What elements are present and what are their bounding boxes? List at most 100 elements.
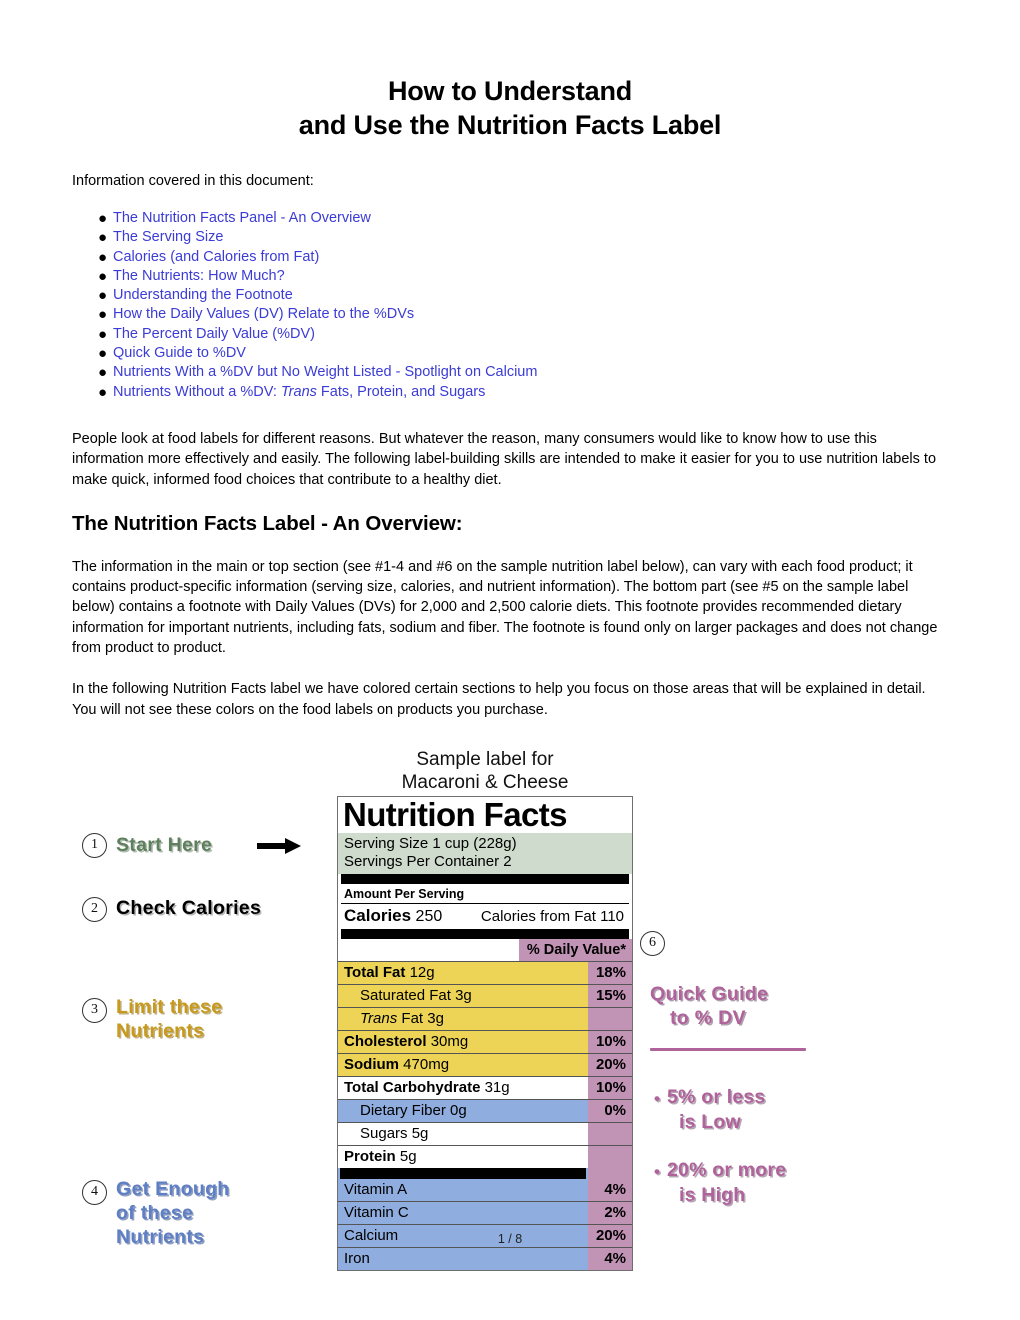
toc-link[interactable]: Understanding the Footnote xyxy=(113,287,293,303)
quick-guide-low-line-1: 5% or less xyxy=(667,1085,766,1108)
nutrient-name: Saturated Fat xyxy=(360,986,451,1004)
page-title-line-1: How to Understand xyxy=(387,76,633,106)
toc-link[interactable]: The Serving Size xyxy=(113,229,223,245)
nutrient-name: Dietary Fiber xyxy=(360,1101,446,1119)
calories-value: 250 xyxy=(415,907,443,925)
nutrient-name-cell: Dietary Fiber 0g xyxy=(338,1100,588,1122)
nutrient-dv xyxy=(588,1007,632,1030)
page-footer: 1 / 8 xyxy=(497,1232,523,1246)
paragraph-overview: The information in the main or top secti… xyxy=(72,558,938,657)
table-row: Cholesterol 30mg 10% xyxy=(338,1029,632,1053)
divider-thick-dv xyxy=(341,928,629,939)
vitamin-name: Vitamin C xyxy=(344,1203,409,1221)
bullet-icon: • xyxy=(654,1088,661,1108)
nutrient-name-cell: Total Carbohydrate 31g xyxy=(338,1077,588,1099)
nutrient-name-cell: Saturated Fat 3g xyxy=(338,985,588,1007)
toc-link[interactable]: How the Daily Values (DV) Relate to the … xyxy=(113,306,414,322)
nutrient-dv: 15% xyxy=(588,984,632,1007)
bullet-icon: ● xyxy=(98,345,108,363)
bullet-icon: • xyxy=(654,1161,661,1181)
toc-link[interactable]: Nutrients Without a %DV: Trans Fats, Pro… xyxy=(113,384,485,400)
quick-guide-divider xyxy=(650,1047,806,1051)
list-item[interactable]: ● How the Daily Values (DV) Relate to the… xyxy=(72,305,948,324)
nutrient-dv: 0% xyxy=(588,1099,632,1122)
quick-guide-heading: Quick Guide to % DV xyxy=(650,982,768,1030)
nutrient-dv: 10% xyxy=(588,1030,632,1053)
table-row: Iron 4% xyxy=(338,1246,632,1270)
vitamin-dv: 2% xyxy=(588,1201,632,1224)
table-row: Total Carbohydrate 31g 10% xyxy=(338,1075,632,1099)
callout-start-here: Start Here xyxy=(116,833,213,856)
list-item[interactable]: ● Nutrients Without a %DV: Trans Fats, Pr… xyxy=(72,383,948,402)
nutrient-name-cell: Total Fat 12g xyxy=(338,962,588,984)
servings-per-container: Servings Per Container 2 xyxy=(344,852,512,870)
nutrient-amount: 12g xyxy=(409,963,435,981)
bullet-icon: ● xyxy=(98,383,108,401)
quick-guide-low-line-2: is Low xyxy=(679,1110,741,1133)
callout-4-line-2: of these xyxy=(116,1201,194,1224)
bullet-icon: ● xyxy=(98,229,108,247)
nutrient-name-cell: Sodium 470mg xyxy=(338,1054,588,1076)
page-title: How to Understand and Use the Nutrition … xyxy=(72,0,948,142)
bullet-icon: ● xyxy=(98,325,108,343)
list-item[interactable]: ● The Serving Size xyxy=(72,228,948,247)
list-item[interactable]: ● Nutrients With a %DV but No Weight List… xyxy=(72,363,948,382)
nutrient-name: Sugars xyxy=(360,1124,408,1142)
nutrient-name-cell: Sugars 5g xyxy=(338,1123,588,1145)
table-of-contents: ● The Nutrition Facts Panel - An Overview… xyxy=(72,191,948,402)
table-row: Sodium 470mg 20% xyxy=(338,1052,632,1076)
callout-number-2: 2 xyxy=(82,896,107,922)
nutrient-dv: 10% xyxy=(588,1076,632,1099)
daily-value-header-row: % Daily Value* xyxy=(338,938,632,961)
list-item[interactable]: ● Understanding the Footnote xyxy=(72,286,948,305)
list-item[interactable]: ● Quick Guide to %DV xyxy=(72,344,948,363)
toc-link[interactable]: The Nutrition Facts Panel - An Overview xyxy=(113,210,371,226)
toc-link[interactable]: Quick Guide to %DV xyxy=(113,345,246,361)
toc-link-post: Fats, Protein, and Sugars xyxy=(316,383,486,400)
list-item[interactable]: ● The Nutrients: How Much? xyxy=(72,267,948,286)
nutrient-dv: 20% xyxy=(588,1053,632,1076)
document-page: How to Understand and Use the Nutrition … xyxy=(0,0,1020,1320)
table-row: Protein 5g xyxy=(338,1144,632,1168)
callout-3-line-2: Nutrients xyxy=(116,1019,205,1042)
toc-link[interactable]: Nutrients With a %DV but No Weight Liste… xyxy=(113,364,537,380)
bullet-icon: ● xyxy=(98,306,108,324)
quick-guide-high-line-2: is High xyxy=(679,1183,746,1206)
nutrient-name: Trans xyxy=(360,1009,398,1027)
bullet-icon: ● xyxy=(98,210,108,227)
callout-check-calories: Check Calories xyxy=(116,896,262,919)
bullet-icon: ● xyxy=(98,364,108,382)
table-row: Vitamin C 2% xyxy=(338,1200,632,1224)
amount-per-serving-label: Amount Per Serving xyxy=(344,886,465,901)
intro-label: Information covered in this document: xyxy=(72,173,314,189)
quick-guide-bullet-low: • 5% or less is Low xyxy=(654,1085,766,1135)
toc-link[interactable]: The Percent Daily Value (%DV) xyxy=(113,326,315,342)
daily-value-header: % Daily Value* xyxy=(518,938,632,961)
callout-limit-these-nutrients: Limit these Nutrients xyxy=(116,995,222,1043)
nutrient-name-cell: Cholesterol 30mg xyxy=(338,1031,588,1053)
sample-label-caption: Sample label for Macaroni & Cheese xyxy=(337,748,633,794)
vitamin-name: Iron xyxy=(344,1249,370,1267)
serving-info-block: Serving Size 1 cup (228g) Servings Per C… xyxy=(338,832,632,874)
quick-guide-line-1: Quick Guide xyxy=(650,982,769,1005)
callout-3-line-1: Limit these xyxy=(116,995,223,1018)
nutrient-dv xyxy=(588,1122,632,1145)
nutrient-name-cell: Trans Fat 3g xyxy=(338,1008,588,1030)
quick-guide-high-line-1: 20% or more xyxy=(667,1158,787,1181)
callout-4-line-1: Get Enough xyxy=(116,1177,230,1200)
nutrient-amount: 31g xyxy=(484,1078,510,1096)
sample-caption-line-1: Sample label for xyxy=(416,748,554,770)
nutrition-facts-title: Nutrition Facts xyxy=(343,795,567,833)
quick-guide-line-2: to % DV xyxy=(670,1006,746,1029)
sample-caption-line-2: Macaroni & Cheese xyxy=(401,771,569,793)
list-item[interactable]: ● The Percent Daily Value (%DV) xyxy=(72,325,948,344)
table-row: Trans Fat 3g xyxy=(338,1006,632,1030)
toc-link[interactable]: The Nutrients: How Much? xyxy=(113,268,285,284)
nutrient-name: Protein xyxy=(344,1147,396,1165)
nutrient-amount: 5g xyxy=(399,1147,417,1165)
calories-row: Calories 250 Calories from Fat 110 xyxy=(338,904,632,929)
paragraph-colors-note: In the following Nutrition Facts label w… xyxy=(72,681,926,718)
list-item[interactable]: ● Calories (and Calories from Fat) xyxy=(72,248,948,267)
toc-link[interactable]: Calories (and Calories from Fat) xyxy=(113,249,319,265)
list-item[interactable]: ● The Nutrition Facts Panel - An Overview xyxy=(72,209,948,228)
